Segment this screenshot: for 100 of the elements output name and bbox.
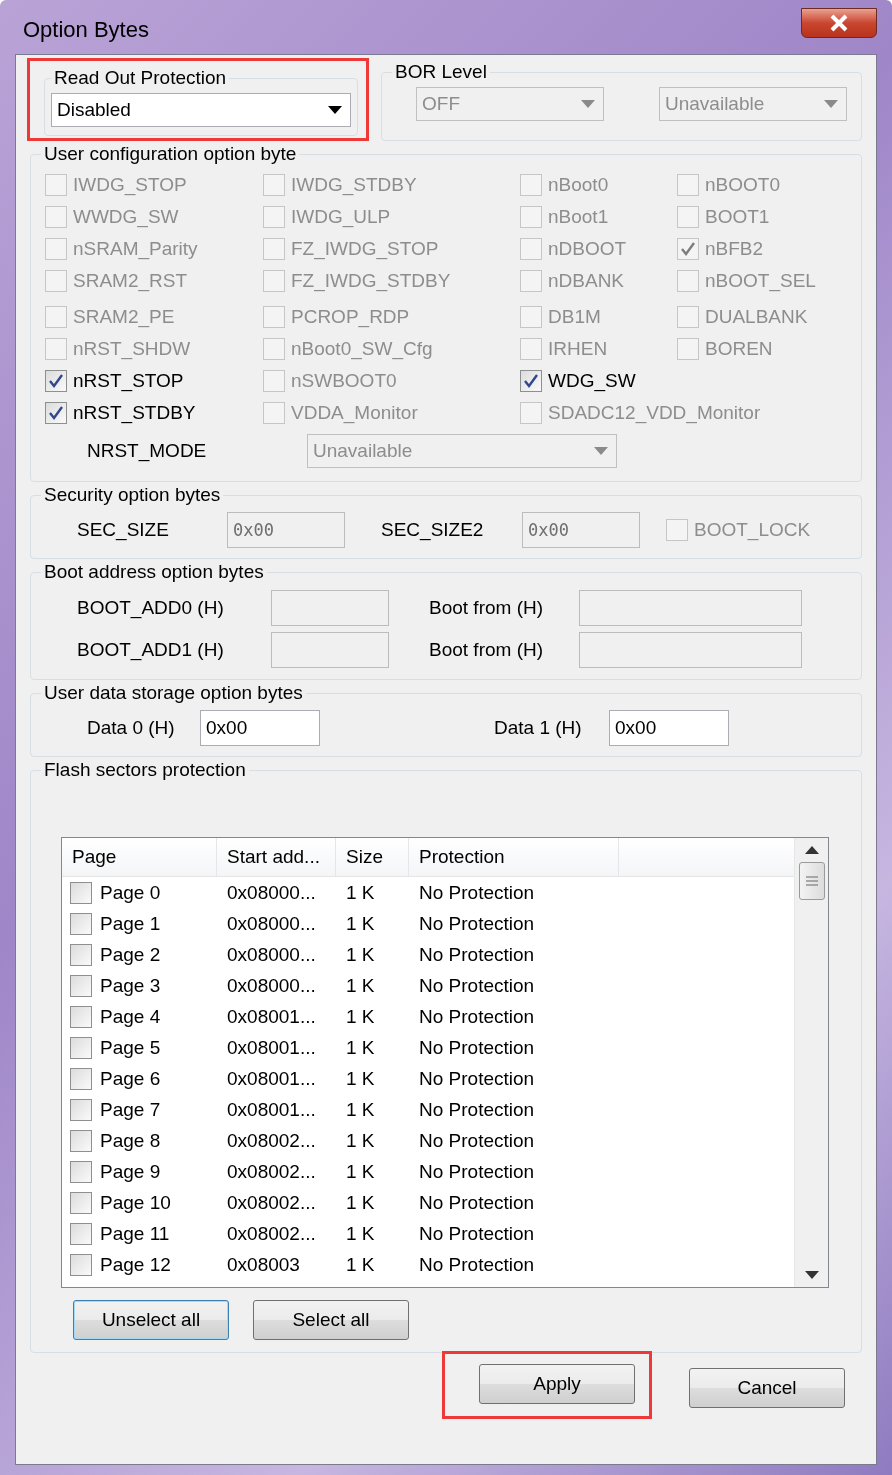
checkbox-label: DB1M xyxy=(548,306,601,328)
table-cell: No Protection xyxy=(419,1067,535,1090)
table-cell: Page 1 xyxy=(100,912,161,935)
checkbox[interactable] xyxy=(70,1253,92,1276)
checkbox-label: PCROP_RDP xyxy=(291,306,410,328)
table-cell: 0x08001... xyxy=(227,1005,316,1028)
checkbox[interactable] xyxy=(520,370,542,392)
checkbox[interactable] xyxy=(70,912,92,935)
checkbox[interactable] xyxy=(70,943,92,966)
group-title: Boot address option bytes xyxy=(43,561,265,583)
apply-button[interactable]: Apply xyxy=(479,1364,635,1404)
checkbox-label: nBOOT0 xyxy=(705,174,780,196)
checkbox-label: FZ_IWDG_STDBY xyxy=(291,270,451,292)
table-cell: Page 6 xyxy=(100,1067,161,1090)
table-cell: 1 K xyxy=(346,1191,375,1214)
field-label: BOOT_ADD0 (H) xyxy=(77,597,225,619)
table-cell: No Protection xyxy=(419,1160,535,1183)
checkbox-label: SDADC12_VDD_Monitor xyxy=(548,402,761,424)
field-label: NRST_MODE xyxy=(87,440,208,462)
group-title: Read Out Protection xyxy=(53,67,228,89)
checkbox-label: WWDG_SW xyxy=(73,206,179,228)
table-cell: Page 11 xyxy=(100,1222,170,1245)
table-cell: No Protection xyxy=(419,912,535,935)
table-cell: 0x08002... xyxy=(227,1191,316,1214)
field-label: BOOT_ADD1 (H) xyxy=(77,639,225,661)
scroll-up-icon[interactable] xyxy=(804,846,819,854)
input-field[interactable]: 0x00 xyxy=(200,710,320,746)
dropdown-arrow-icon xyxy=(824,100,838,108)
table-cell: 0x08000... xyxy=(227,974,316,997)
dropdown-arrow-icon xyxy=(328,106,342,114)
checkbox-label: nBoot0 xyxy=(548,174,609,196)
table-cell: 0x08000... xyxy=(227,881,316,904)
input-field[interactable]: 0x00 xyxy=(609,710,729,746)
checkbox-label: nRST_STDBY xyxy=(73,402,196,424)
table-cell: No Protection xyxy=(419,1005,535,1028)
table-cell: Page 9 xyxy=(100,1160,161,1183)
field-label: SEC_SIZE xyxy=(77,519,170,541)
table-cell: No Protection xyxy=(419,1222,535,1245)
dropdown-arrow-icon xyxy=(594,447,608,455)
table-cell: No Protection xyxy=(419,974,535,997)
scrollbar[interactable] xyxy=(794,838,828,1287)
field-label: Data 1 (H) xyxy=(494,717,583,739)
checkbox[interactable] xyxy=(45,402,67,424)
checkbox[interactable] xyxy=(70,1222,92,1245)
table-cell: 0x08002... xyxy=(227,1160,316,1183)
group-title: User configuration option byte xyxy=(43,143,298,165)
group-title: Security option bytes xyxy=(43,484,222,506)
column-header[interactable]: Start add... xyxy=(217,838,336,876)
table-cell: No Protection xyxy=(419,1036,535,1059)
checkbox-label: nBFB2 xyxy=(705,238,764,260)
checkbox[interactable] xyxy=(70,974,92,997)
table-cell: Page 7 xyxy=(100,1098,161,1121)
dropdown[interactable]: Disabled xyxy=(51,93,351,127)
table-cell: 0x08003 xyxy=(227,1253,300,1276)
table-cell: 1 K xyxy=(346,974,375,997)
unselect-all-button[interactable]: Unselect all xyxy=(73,1300,229,1340)
cancel-button[interactable]: Cancel xyxy=(689,1368,845,1408)
checkbox[interactable] xyxy=(70,1005,92,1028)
table-cell: Page 10 xyxy=(100,1191,171,1214)
checkbox-label: SRAM2_RST xyxy=(73,270,188,292)
table-cell: Page 3 xyxy=(100,974,161,997)
checkbox-label: BOREN xyxy=(705,338,773,360)
checkbox-label: nRST_STOP xyxy=(73,370,184,392)
table-cell: 1 K xyxy=(346,1253,375,1276)
table-cell: 1 K xyxy=(346,1222,375,1245)
checkbox-label: BOOT1 xyxy=(705,206,770,228)
table-cell: 0x08000... xyxy=(227,943,316,966)
checkbox-label: SRAM2_PE xyxy=(73,306,175,328)
checkbox[interactable] xyxy=(70,1129,92,1152)
checkbox[interactable] xyxy=(70,881,92,904)
table-cell: No Protection xyxy=(419,1191,535,1214)
table-cell: Page 8 xyxy=(100,1129,161,1152)
table-cell: No Protection xyxy=(419,1129,535,1152)
column-header[interactable]: Page xyxy=(62,838,217,876)
table-cell: 1 K xyxy=(346,1160,375,1183)
checkbox-label: VDDA_Monitor xyxy=(291,402,418,424)
dropdown-arrow-icon xyxy=(581,100,595,108)
checkbox[interactable] xyxy=(70,1191,92,1214)
checkbox-label: WDG_SW xyxy=(548,370,636,392)
select-all-button[interactable]: Select all xyxy=(253,1300,409,1340)
checkbox[interactable] xyxy=(45,370,67,392)
checkbox[interactable] xyxy=(70,1160,92,1183)
column-header[interactable]: Size xyxy=(336,838,409,876)
table-cell: Page 2 xyxy=(100,943,161,966)
checkbox-label: nDBOOT xyxy=(548,238,627,260)
close-button[interactable] xyxy=(801,8,877,38)
group-title: User data storage option bytes xyxy=(43,682,304,704)
checkbox[interactable] xyxy=(70,1098,92,1121)
field-label: Boot from (H) xyxy=(429,597,545,619)
scroll-thumb[interactable] xyxy=(798,862,825,900)
checkbox-label: nSRAM_Parity xyxy=(73,238,198,260)
checkbox-label: IWDG_STOP xyxy=(73,174,187,196)
checkbox[interactable] xyxy=(70,1067,92,1090)
table-cell: 1 K xyxy=(346,1005,375,1028)
scroll-down-icon[interactable] xyxy=(804,1271,819,1279)
checkbox-label: nBoot0_SW_Cfg xyxy=(291,338,433,360)
column-header[interactable]: Protection xyxy=(409,838,619,876)
table-cell: 1 K xyxy=(346,881,375,904)
window-title: Option Bytes xyxy=(22,17,149,43)
checkbox[interactable] xyxy=(70,1036,92,1059)
